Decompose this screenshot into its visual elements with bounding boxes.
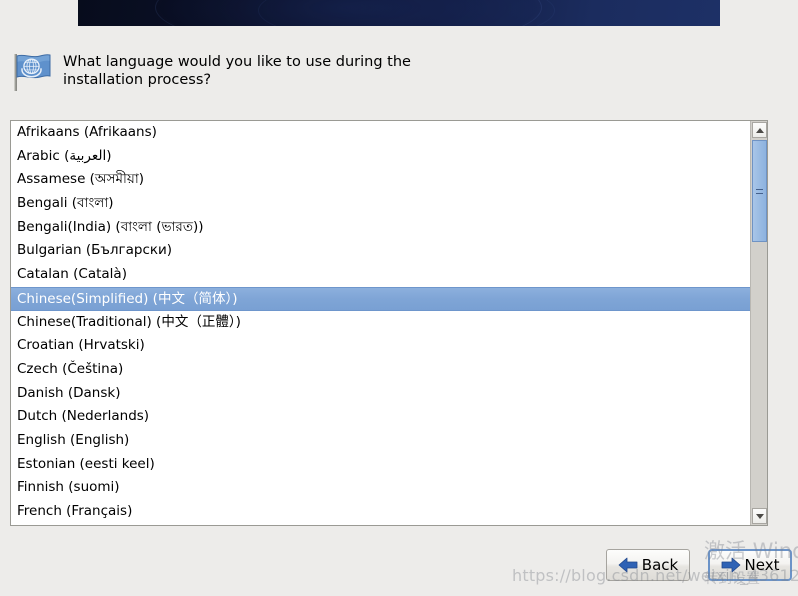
next-button[interactable]: Next [708, 549, 792, 581]
language-list-item[interactable]: Croatian (Hrvatski) [11, 334, 750, 358]
thumb-grip-line [756, 188, 763, 190]
scroll-down-arrow-icon[interactable] [752, 508, 767, 524]
language-list-item[interactable]: Chinese(Traditional) (中文（正體）) [11, 311, 750, 335]
prompt-text: What language would you like to use duri… [63, 54, 411, 88]
language-list-item[interactable]: Bulgarian (Български) [11, 239, 750, 263]
next-button-label: Next [744, 555, 780, 574]
banner-swoosh-decoration-2 [257, 0, 556, 26]
language-listbox[interactable]: Afrikaans (Afrikaans) Arabic (العربية) Ass… [10, 120, 768, 526]
language-list-item[interactable]: English (English) [11, 429, 750, 453]
scroll-up-arrow-icon[interactable] [752, 122, 767, 138]
language-list-item[interactable]: Danish (Dansk) [11, 382, 750, 406]
language-prompt: What language would you like to use duri… [10, 48, 710, 94]
language-list-item[interactable]: Czech (Čeština) [11, 358, 750, 382]
wizard-button-bar: Back Next [0, 549, 798, 583]
scrollbar-thumb[interactable] [752, 140, 767, 242]
back-button[interactable]: Back [606, 549, 690, 581]
arrow-left-icon [618, 557, 638, 573]
scroll-up-glyph [755, 127, 764, 133]
language-list-item[interactable]: Finnish (suomi) [11, 476, 750, 500]
un-flag-icon [10, 50, 54, 94]
scroll-down-glyph [755, 513, 764, 519]
language-list-item[interactable]: Afrikaans (Afrikaans) [11, 121, 750, 145]
arrow-right-icon [721, 557, 741, 573]
installer-header-banner [78, 0, 720, 26]
language-list-item[interactable]: Catalan (Català) [11, 263, 750, 287]
language-list-item[interactable]: Bengali(India) (বাংলা (ভারত)) [11, 216, 750, 240]
language-list-item[interactable]: Arabic (العربية) [11, 145, 750, 169]
language-list-item[interactable]: Estonian (eesti keel) [11, 453, 750, 477]
language-list-item[interactable]: Chinese(Simplified) (中文（简体）) [11, 286, 750, 311]
language-list-item[interactable]: Bengali (বাংলা) [11, 192, 750, 216]
thumb-grip-line [756, 192, 763, 194]
back-button-label: Back [641, 555, 679, 574]
language-list-item[interactable]: Dutch (Nederlands) [11, 405, 750, 429]
language-list[interactable]: Afrikaans (Afrikaans) Arabic (العربية) Ass… [11, 121, 750, 525]
language-list-scrollbar[interactable] [750, 121, 767, 525]
language-list-item[interactable]: Assamese (অসমীয়া) [11, 168, 750, 192]
language-list-item[interactable]: French (Français) [11, 500, 750, 524]
